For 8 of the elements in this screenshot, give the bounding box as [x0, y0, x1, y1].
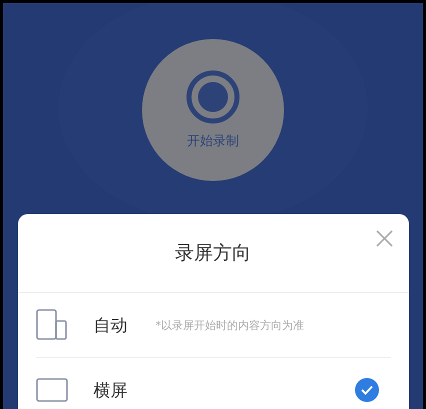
- option-label[interactable]: 自动: [94, 314, 128, 336]
- option-label[interactable]: 横屏: [94, 378, 128, 402]
- orientation-auto-icon: [36, 309, 68, 341]
- option-note: *以录屏开始时的内容方向为准: [156, 318, 305, 332]
- sheet-title: 录屏方向: [175, 241, 251, 266]
- record-icon: [186, 70, 240, 124]
- landscape-icon: [36, 378, 68, 402]
- close-button[interactable]: [376, 230, 392, 247]
